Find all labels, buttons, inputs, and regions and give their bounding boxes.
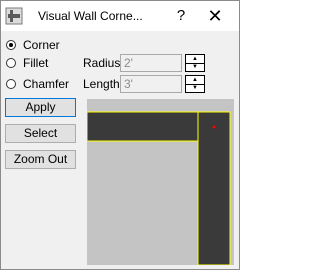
radius-spinner[interactable]: ▲ ▼: [185, 54, 205, 72]
length-input[interactable]: [120, 75, 182, 93]
apply-button[interactable]: Apply: [5, 98, 76, 117]
zoom-out-button[interactable]: Zoom Out: [5, 150, 76, 169]
visual-wall-corner-dialog: Visual Wall Corne... ? ✕ Corner Fillet C…: [0, 0, 240, 270]
help-button[interactable]: ?: [170, 5, 192, 27]
radio-chamfer-label: Chamfer: [23, 77, 70, 91]
length-spinner[interactable]: ▲ ▼: [185, 75, 205, 93]
title-bar[interactable]: Visual Wall Corne... ? ✕: [1, 1, 239, 31]
radio-button[interactable]: [6, 58, 16, 68]
corner-preview-drawing: [87, 111, 231, 265]
radio-button[interactable]: [6, 79, 16, 89]
spin-down-arrow-icon[interactable]: ▼: [186, 84, 204, 92]
radio-button[interactable]: [6, 40, 16, 50]
radius-input[interactable]: [120, 54, 182, 72]
radio-fillet-label: Fillet: [23, 56, 49, 70]
spin-down-arrow-icon[interactable]: ▼: [186, 63, 204, 71]
select-button[interactable]: Select: [5, 124, 76, 143]
corner-preview[interactable]: [87, 99, 234, 265]
radio-corner-label: Corner: [23, 38, 60, 52]
corner-tool-icon: [5, 7, 23, 25]
radius-label: Radius: [83, 56, 121, 70]
length-label: Length: [83, 77, 120, 91]
wall-corner-shape: [87, 111, 231, 265]
window-title: Visual Wall Corne...: [38, 9, 143, 23]
corner-marker: [212, 125, 216, 129]
close-button[interactable]: ✕: [204, 5, 226, 27]
